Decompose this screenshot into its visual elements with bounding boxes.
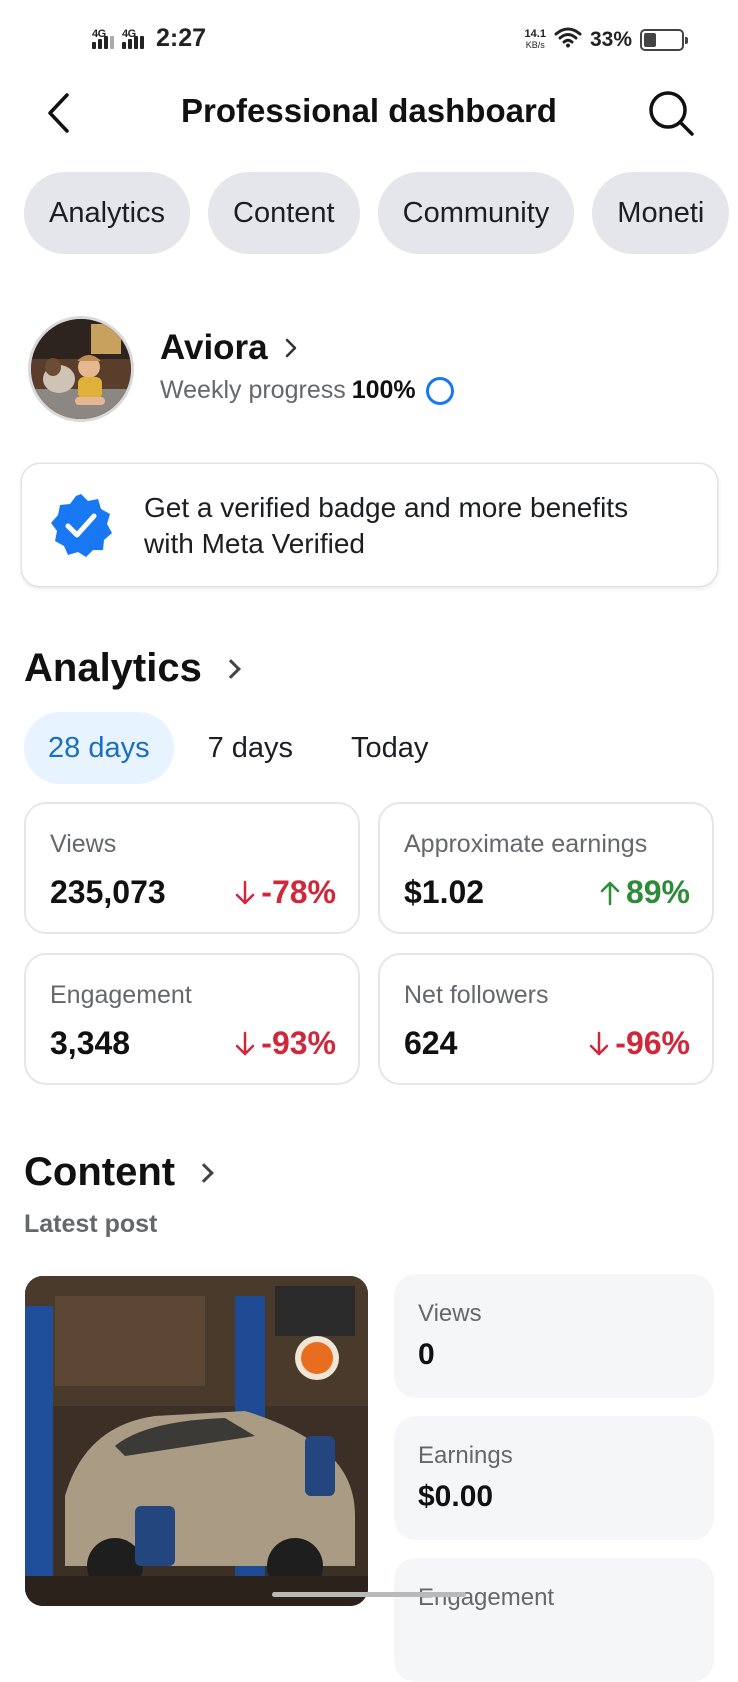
metric-change: 89% — [600, 874, 690, 911]
stat-value: $0.00 — [418, 1480, 494, 1513]
tab-analytics[interactable]: Analytics — [24, 172, 191, 254]
stat-label: Views — [418, 1300, 482, 1327]
chevron-right-icon — [220, 658, 241, 679]
home-indicator[interactable] — [272, 1592, 466, 1597]
metric-value: 235,073 — [50, 874, 166, 910]
post-engagement-stat: Engagement — [394, 1558, 714, 1682]
clock: 2:27 — [156, 24, 207, 52]
network-speed-unit: KB/s — [525, 39, 545, 50]
metric-label: Approximate earnings — [404, 830, 648, 858]
profile-name-row[interactable]: Aviora — [160, 328, 298, 368]
range-today[interactable]: Today — [327, 712, 452, 784]
stat-label: Engagement — [418, 1584, 555, 1611]
views-card[interactable]: Views 235,073 -78% — [24, 802, 360, 934]
content-heading[interactable]: Content — [24, 1150, 214, 1195]
net-followers-card[interactable]: Net followers 624 -96% — [378, 953, 714, 1085]
engagement-card[interactable]: Engagement 3,348 -93% — [24, 953, 360, 1085]
status-left: 4G 4G 2:27 — [92, 24, 206, 53]
status-right: 14.1 KB/s 33% — [524, 26, 688, 53]
content-title: Content — [24, 1150, 176, 1194]
tab-monetization[interactable]: Moneti — [592, 172, 730, 254]
verified-badge-icon — [51, 494, 112, 557]
metric-change-value: -78% — [261, 874, 336, 910]
cellular-signal-2-icon: 4G — [122, 28, 144, 49]
metric-change: -96% — [589, 1025, 690, 1062]
chevron-right-icon — [194, 1162, 214, 1183]
network-speed: 14.1 KB/s — [524, 27, 546, 51]
earnings-card[interactable]: Approximate earnings $1.02 89% — [378, 802, 714, 934]
metric-change: -78% — [235, 874, 336, 911]
cellular-signal-1-icon: 4G — [92, 28, 114, 49]
section-tabs: Analytics Content Community Moneti — [24, 172, 730, 254]
profile-summary[interactable]: Aviora Weekly progress 100% — [28, 316, 718, 426]
page-title: Professional dashboard — [181, 92, 557, 129]
arrow-down-icon — [590, 1031, 609, 1055]
progress-ring-icon — [425, 376, 454, 405]
battery-percent: 33% — [589, 27, 632, 51]
date-range-selector: 28 days 7 days Today — [24, 712, 452, 784]
post-earnings-stat: Earnings $0.00 — [394, 1416, 714, 1540]
metric-change-value: 89% — [625, 874, 690, 910]
metric-change-value: -96% — [615, 1025, 690, 1061]
weekly-progress: Weekly progress 100% — [160, 376, 454, 405]
app-header: Professional dashboard — [0, 80, 738, 150]
metric-value: 624 — [404, 1025, 458, 1061]
status-bar: 4G 4G 2:27 14.1 KB/s 33% — [0, 0, 738, 80]
arrow-down-icon — [236, 880, 255, 904]
network-type-2: 4G — [122, 28, 136, 40]
network-speed-value: 14.1 — [524, 27, 546, 40]
range-7-days[interactable]: 7 days — [184, 712, 317, 784]
tab-community[interactable]: Community — [377, 172, 575, 254]
metric-value: $1.02 — [404, 874, 485, 910]
metric-label: Engagement — [50, 981, 192, 1009]
profile-name: Aviora — [160, 328, 268, 367]
network-type-1: 4G — [92, 28, 106, 40]
range-28-days[interactable]: 28 days — [24, 712, 174, 784]
metric-change: -93% — [235, 1025, 336, 1062]
stat-value: 0 — [418, 1338, 435, 1371]
analytics-heading[interactable]: Analytics — [24, 646, 241, 691]
latest-post-thumbnail[interactable] — [25, 1276, 368, 1606]
meta-verified-card[interactable]: Get a verified badge and more benefits w… — [22, 464, 717, 586]
weekly-progress-value: 100% — [351, 376, 416, 404]
metric-label: Views — [50, 830, 117, 858]
arrow-up-icon — [600, 881, 620, 905]
battery-icon — [640, 28, 688, 51]
tab-content[interactable]: Content — [208, 172, 360, 254]
stat-label: Earnings — [418, 1442, 513, 1469]
analytics-title: Analytics — [24, 646, 202, 690]
arrow-down-icon — [236, 1031, 255, 1055]
post-views-stat: Views 0 — [394, 1274, 714, 1398]
meta-verified-text: Get a verified badge and more benefits w… — [144, 492, 629, 559]
search-icon — [649, 91, 694, 136]
chevron-right-icon — [285, 338, 296, 358]
wifi-icon — [554, 26, 582, 53]
metric-label: Net followers — [404, 981, 549, 1009]
metric-value: 3,348 — [50, 1025, 131, 1061]
battery-level — [644, 32, 656, 47]
search-button[interactable] — [644, 86, 698, 140]
metric-change-value: -93% — [261, 1025, 336, 1061]
latest-post-label: Latest post — [24, 1210, 158, 1238]
avatar[interactable] — [28, 316, 134, 422]
weekly-progress-label: Weekly progress — [160, 376, 346, 404]
